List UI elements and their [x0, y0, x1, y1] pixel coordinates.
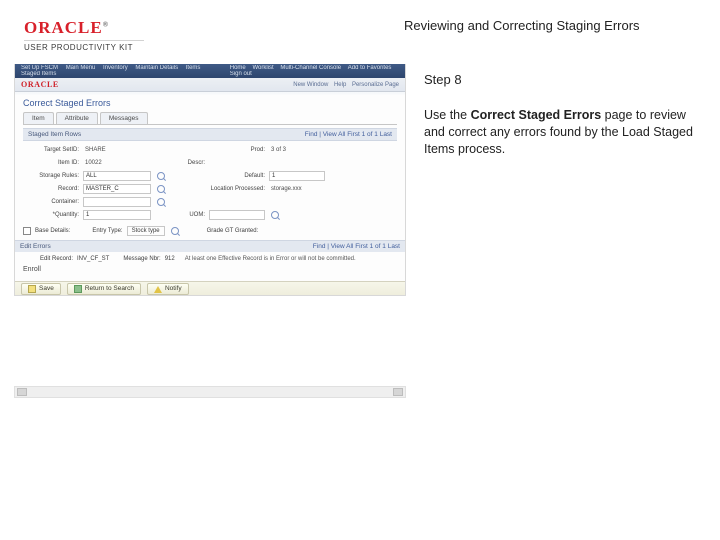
- return-icon: [74, 285, 82, 293]
- nav-mcc[interactable]: Multi-Channel Console: [280, 65, 341, 71]
- item-id: 10022: [83, 158, 151, 168]
- breadcrumb: Set Up FSCM Main Menu Inventory Maintain…: [21, 65, 225, 77]
- field-grid: Target SetID: SHARE Prod: 3 of 3 Item ID…: [23, 145, 397, 220]
- return-to-search-button[interactable]: Return to Search: [67, 283, 141, 295]
- tab-attribute[interactable]: Attribute: [56, 112, 98, 124]
- default-input[interactable]: 1: [269, 171, 325, 181]
- doc-header: ORACLE® USER PRODUCTIVITY KIT Reviewing …: [0, 0, 720, 58]
- entry-type-input[interactable]: Stock type: [127, 226, 165, 236]
- nav-signout[interactable]: Sign out: [230, 71, 252, 77]
- uom-input[interactable]: [209, 210, 265, 220]
- util-links: New Window Help Personalize Page: [289, 82, 399, 88]
- horizontal-scrollbar[interactable]: [14, 386, 406, 398]
- brand-subline: USER PRODUCTIVITY KIT: [24, 40, 144, 52]
- lookup-icon[interactable]: [157, 185, 165, 193]
- trademark: ®: [103, 20, 108, 28]
- oracle-logo-text: ORACLE: [24, 18, 103, 37]
- app-window: Set Up FSCM Main Menu Inventory Maintain…: [14, 64, 406, 296]
- topnav: Home Worklist Multi-Channel Console Add …: [225, 65, 399, 77]
- target-setid: SHARE: [83, 145, 151, 155]
- row-base-details: Base Details: Entry Type: Stock type Gra…: [23, 226, 397, 236]
- section-edit-errors: Edit Errors Find | View All First 1 of 1…: [15, 240, 405, 252]
- storage-rules-input[interactable]: ALL: [83, 171, 151, 181]
- record-input[interactable]: MASTER_C: [83, 184, 151, 194]
- section-staged-rows: Staged Item Rows Find | View All First 1…: [23, 128, 397, 141]
- util-newwindow[interactable]: New Window: [293, 82, 328, 88]
- instruction-text: Use the Correct Staged Errors page to re…: [424, 107, 696, 158]
- screenshot-column: Set Up FSCM Main Menu Inventory Maintain…: [14, 64, 406, 398]
- app-logo: ORACLE: [21, 80, 59, 89]
- lookup-icon[interactable]: [271, 211, 279, 219]
- lookup-icon[interactable]: [157, 172, 165, 180]
- lookup-icon[interactable]: [157, 198, 165, 206]
- save-icon: [28, 285, 36, 293]
- util-personalize[interactable]: Personalize Page: [352, 82, 399, 88]
- app-topbar: Set Up FSCM Main Menu Inventory Maintain…: [15, 64, 405, 78]
- container-input[interactable]: [83, 197, 151, 207]
- save-button[interactable]: Save: [21, 283, 61, 295]
- scroll-right-button[interactable]: [393, 388, 403, 396]
- location-processed: storage.xxx: [269, 184, 397, 194]
- action-bar: Save Return to Search Notify: [15, 281, 405, 295]
- quantity-input[interactable]: 1: [83, 210, 151, 220]
- app-page-title: Correct Staged Errors: [23, 98, 397, 108]
- nav-fav[interactable]: Add to Favorites: [348, 65, 392, 71]
- tab-row: Item Attribute Messages: [23, 112, 397, 125]
- brand-block: ORACLE® USER PRODUCTIVITY KIT: [24, 18, 404, 52]
- lookup-icon[interactable]: [171, 227, 179, 235]
- step-label: Step 8: [424, 72, 696, 87]
- notify-icon: [154, 285, 162, 293]
- instruction-column: Step 8 Use the Correct Staged Errors pag…: [424, 64, 696, 398]
- notify-button[interactable]: Notify: [147, 283, 189, 295]
- page-title: Reviewing and Correcting Staging Errors: [404, 18, 696, 33]
- errors-pager[interactable]: Find | View All First 1 of 1 Last: [313, 243, 400, 250]
- tab-messages[interactable]: Messages: [100, 112, 148, 124]
- util-help[interactable]: Help: [334, 82, 346, 88]
- nav-worklist[interactable]: Worklist: [252, 65, 273, 71]
- section-pager[interactable]: Find | View All First 1 of 1 Last: [305, 131, 392, 138]
- tab-item[interactable]: Item: [23, 112, 54, 124]
- edit-errors-row: Edit Record: INV_CF_ST Message Nbr: 912 …: [23, 256, 397, 262]
- app-brandrow: ORACLE New Window Help Personalize Page: [15, 78, 405, 92]
- main-layout: Set Up FSCM Main Menu Inventory Maintain…: [0, 58, 720, 398]
- footer-enroll-link[interactable]: Enroll: [23, 266, 397, 273]
- app-body: Correct Staged Errors Item Attribute Mes…: [15, 92, 405, 279]
- checkbox-base-details[interactable]: [23, 227, 31, 235]
- scroll-left-button[interactable]: [17, 388, 27, 396]
- oracle-logo: ORACLE®: [24, 18, 404, 38]
